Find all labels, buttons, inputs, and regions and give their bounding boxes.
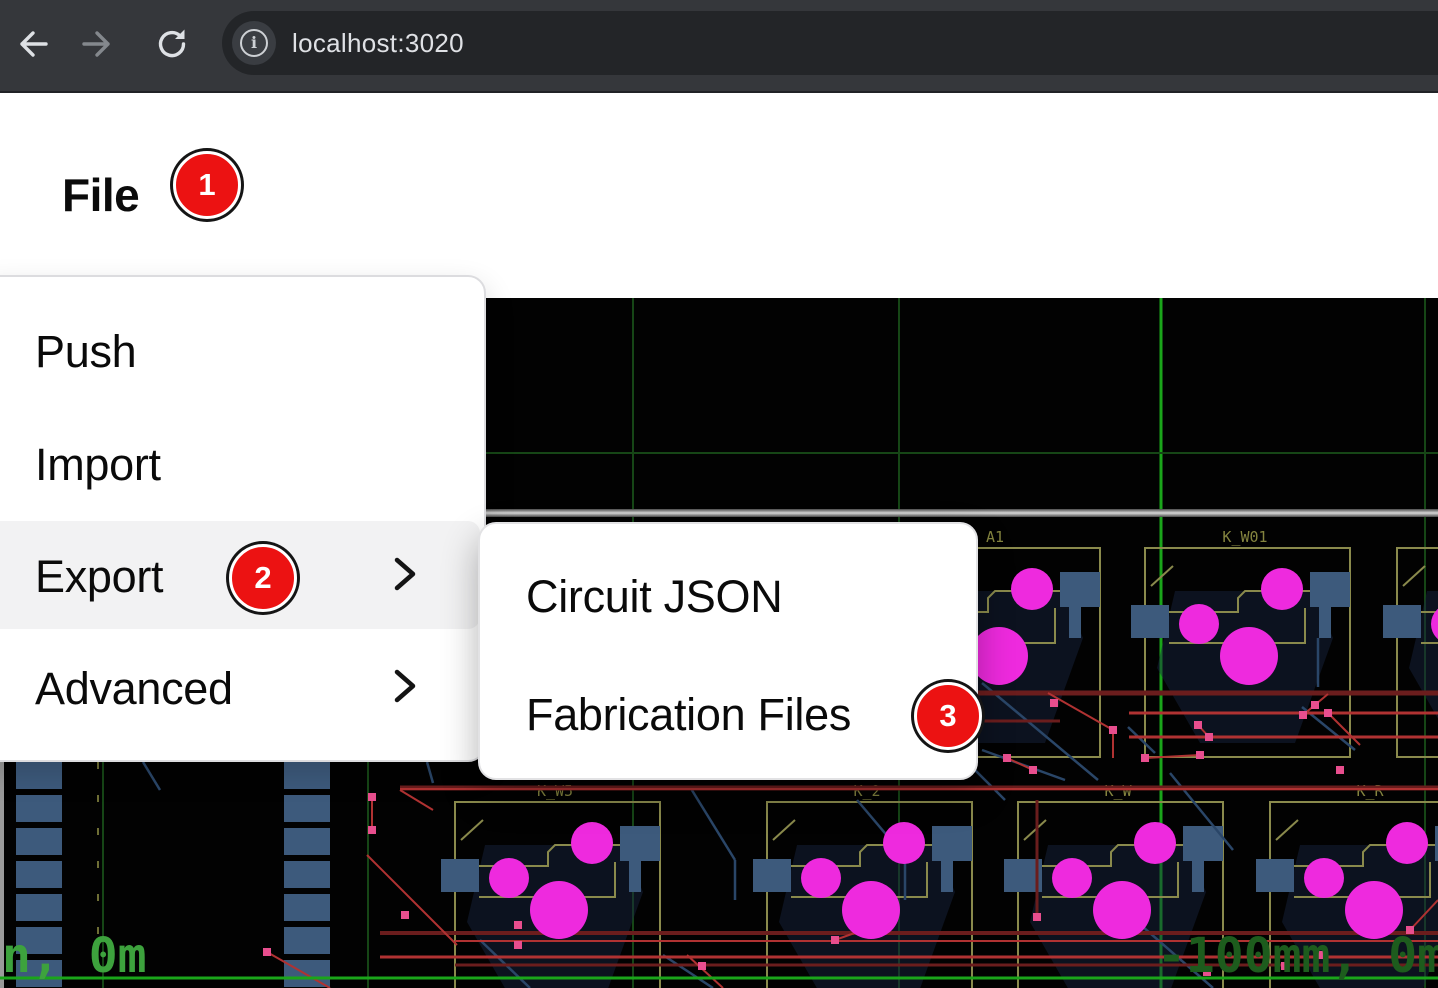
submenu-item-circuit-json[interactable]: Circuit JSON (480, 549, 976, 645)
svg-text:K_2: K_2 (853, 782, 880, 800)
annotation-badge-2: 2 (229, 544, 297, 612)
url-text: localhost:3020 (292, 28, 464, 59)
svg-text:K_R: K_R (1356, 782, 1384, 800)
site-info-button[interactable]: i (232, 21, 276, 65)
menu-item-label: Advanced (35, 663, 233, 715)
reload-icon (154, 26, 190, 65)
file-menu-trigger[interactable]: File (62, 168, 139, 222)
menu-item-label: Import (35, 439, 161, 491)
menu-item-advanced[interactable]: Advanced (0, 641, 484, 737)
browser-toolbar: i localhost:3020 (0, 0, 1438, 93)
file-dropdown-menu: Push Import Export Advanced (0, 275, 486, 762)
url-bar[interactable]: i localhost:3020 (222, 11, 1438, 75)
menu-item-push[interactable]: Push (0, 304, 484, 400)
menu-item-label: Export (35, 551, 163, 603)
annotation-badge-1: 1 (173, 151, 241, 219)
forward-arrow-icon (82, 26, 118, 65)
badge-number: 3 (939, 698, 956, 734)
back-arrow-icon (12, 26, 48, 65)
annotation-badge-3: 3 (914, 682, 982, 750)
coordinate-readout-right: -100mm, 0m (1157, 928, 1438, 984)
svg-text:A1: A1 (986, 528, 1004, 546)
svg-text:K_W5: K_W5 (537, 782, 573, 800)
badge-number: 1 (198, 167, 215, 203)
chevron-right-icon (393, 551, 417, 603)
svg-text:K_W: K_W (1104, 782, 1132, 800)
badge-number: 2 (254, 560, 271, 596)
back-button[interactable] (10, 26, 50, 66)
coordinate-readout-left: n, 0m (2, 928, 147, 984)
info-icon: i (240, 29, 268, 57)
menu-item-label: Push (35, 326, 136, 378)
menu-item-import[interactable]: Import (0, 417, 484, 513)
forward-button[interactable] (80, 26, 120, 66)
export-submenu: Circuit JSON Fabrication Files (478, 522, 978, 780)
reload-button[interactable] (152, 26, 192, 66)
submenu-item-label: Circuit JSON (526, 571, 782, 623)
svg-text:K_W01: K_W01 (1222, 528, 1267, 546)
submenu-item-label: Fabrication Files (526, 689, 851, 741)
chevron-right-icon (393, 663, 417, 715)
submenu-item-fabrication-files[interactable]: Fabrication Files (480, 667, 976, 763)
